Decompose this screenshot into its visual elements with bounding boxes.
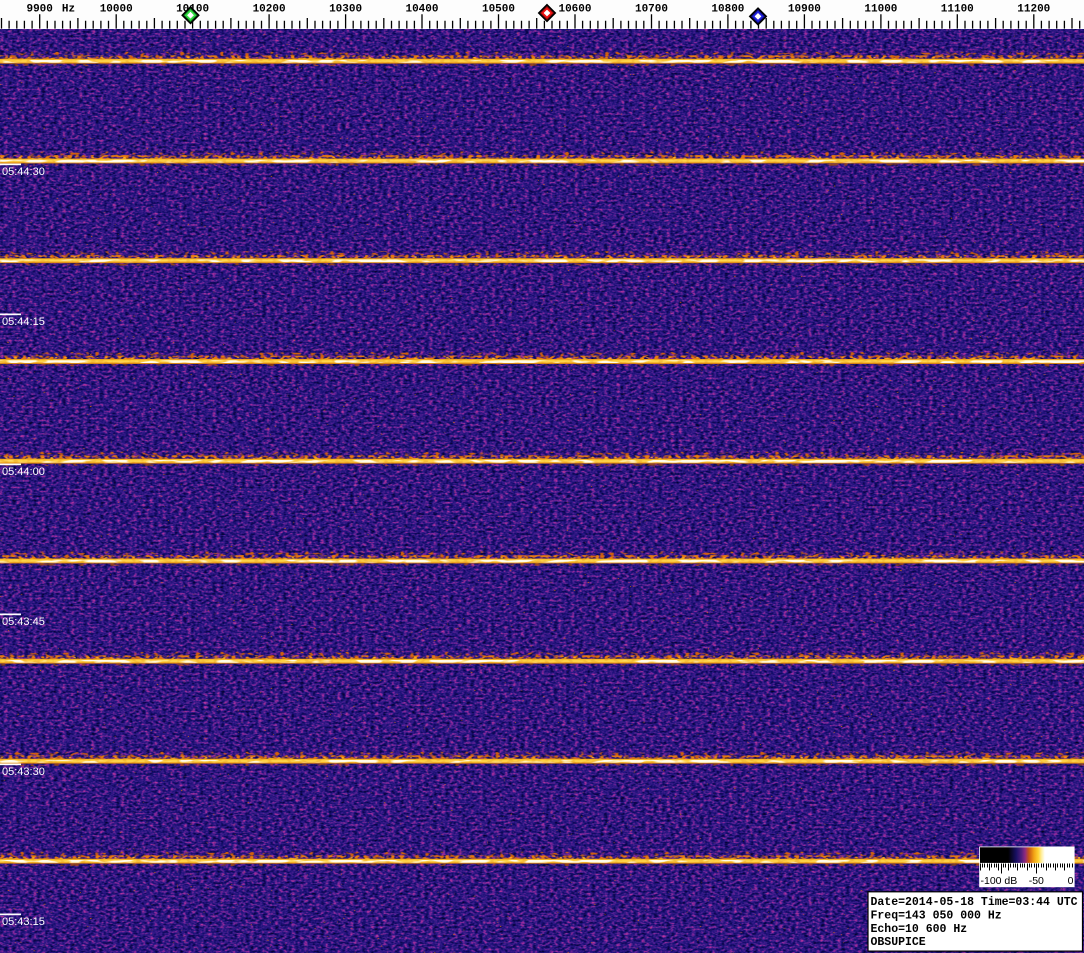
svg-text:10300: 10300: [329, 4, 362, 16]
svg-text:10600: 10600: [558, 4, 591, 16]
svg-text:Echo=10 600 Hz: Echo=10 600 Hz: [871, 923, 968, 936]
svg-text:11000: 11000: [864, 4, 897, 16]
svg-text:10000: 10000: [100, 4, 133, 16]
svg-text:10200: 10200: [253, 4, 286, 16]
svg-text:10700: 10700: [635, 4, 668, 16]
svg-text:11100: 11100: [941, 4, 974, 16]
svg-text:OBSUPICE: OBSUPICE: [871, 936, 926, 949]
svg-text:Freq=143 050 000 Hz: Freq=143 050 000 Hz: [871, 909, 1002, 922]
svg-text:11200: 11200: [1017, 4, 1050, 16]
svg-text:Date=2014-05-18 Time=03:44 UTC: Date=2014-05-18 Time=03:44 UTC: [871, 896, 1078, 909]
svg-text:05:44:15: 05:44:15: [2, 316, 45, 328]
svg-text:-100 dB: -100 dB: [981, 875, 1018, 887]
svg-text:9900: 9900: [26, 4, 52, 16]
svg-text:Hz: Hz: [62, 4, 75, 16]
svg-text:10500: 10500: [482, 4, 515, 16]
svg-text:0: 0: [1068, 875, 1074, 887]
svg-text:10900: 10900: [788, 4, 821, 16]
svg-text:05:43:15: 05:43:15: [2, 916, 45, 928]
svg-text:05:44:00: 05:44:00: [2, 466, 45, 478]
svg-text:-50: -50: [1029, 875, 1044, 887]
svg-text:10800: 10800: [711, 4, 744, 16]
svg-text:05:43:45: 05:43:45: [2, 616, 45, 628]
svg-text:05:43:30: 05:43:30: [2, 766, 45, 778]
svg-text:05:44:30: 05:44:30: [2, 166, 45, 178]
svg-text:10400: 10400: [405, 4, 438, 16]
